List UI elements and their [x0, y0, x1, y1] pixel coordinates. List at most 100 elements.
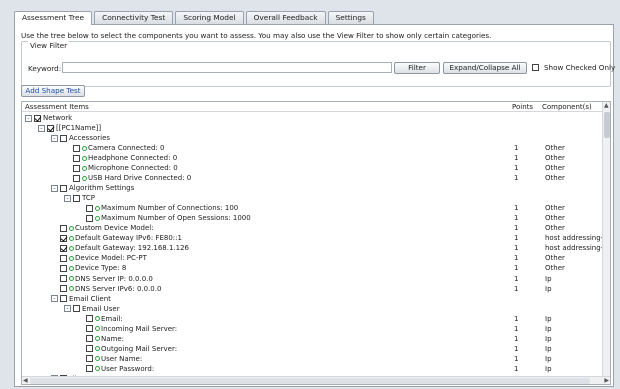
tree-row[interactable]: User Password: 1 Ip	[22, 364, 602, 374]
tree-item-label: Algorithm Settings	[69, 184, 135, 193]
instructions-text: Use the tree below to select the compone…	[21, 31, 492, 40]
tree-row[interactable]: Name: 1 Ip	[22, 334, 602, 344]
tree-row[interactable]: Default Gateway IPv6: FE80::1 1 host addre…	[22, 233, 608, 243]
tree-item: User Name:	[77, 354, 142, 364]
leaf-status-icon	[82, 145, 87, 151]
horizontal-scrollbar[interactable]: ◀ ▶	[22, 376, 610, 384]
item-checkbox[interactable]	[34, 114, 41, 122]
horizontal-scroll-thumb[interactable]	[30, 378, 590, 384]
tree-item: - [[PC1Name]]	[38, 123, 101, 133]
tab-connectivity-test[interactable]: Connectivity Test	[94, 11, 174, 24]
keyword-input[interactable]	[62, 62, 392, 73]
tree-item: Custom Device Model:	[51, 223, 154, 233]
tree-row[interactable]: - Accessories	[22, 133, 602, 143]
vertical-scrollbar[interactable]: ▲	[602, 102, 610, 376]
item-checkbox[interactable]	[47, 124, 54, 132]
vertical-scroll-thumb[interactable]	[604, 112, 610, 138]
item-checkbox[interactable]	[60, 275, 67, 282]
tree-row[interactable]: Microphone Connected: 0 1 Other	[22, 163, 602, 173]
item-points: 1	[514, 234, 519, 243]
tree-row[interactable]: - TCP	[22, 193, 602, 203]
tree-row[interactable]: - [[PC1Name]]	[22, 123, 602, 133]
item-checkbox[interactable]	[73, 144, 80, 152]
scroll-left-icon[interactable]: ◀	[23, 377, 28, 384]
item-checkbox[interactable]	[60, 224, 67, 232]
tab-settings[interactable]: Settings	[327, 11, 374, 24]
tree-row[interactable]: DNS Server IP: 0.0.0.0 1 Ip	[22, 274, 602, 284]
tree-item-label: Camera Connected: 0	[88, 144, 165, 153]
tree-row[interactable]: Default Gateway: 192.168.1.126 1 host addr…	[22, 243, 608, 253]
item-checkbox[interactable]	[60, 264, 67, 272]
leaf-status-icon	[95, 366, 100, 372]
header-points[interactable]: Points	[512, 102, 533, 112]
tab-scoring-model[interactable]: Scoring Model	[175, 11, 244, 24]
item-checkbox[interactable]	[60, 244, 67, 252]
collapse-toggle-icon[interactable]: -	[51, 295, 58, 303]
tree-row[interactable]: - Email User	[22, 304, 602, 314]
item-checkbox[interactable]	[60, 234, 67, 242]
tree-row[interactable]: Device Type: 8 1 Other	[22, 263, 602, 273]
show-checked-only-toggle[interactable]: Show Checked Only	[532, 63, 615, 72]
tree-row[interactable]: Maximum Number of Open Sessions: 1000 1 Ot…	[22, 213, 602, 223]
item-checkbox[interactable]	[73, 194, 80, 202]
leaf-status-icon	[69, 255, 74, 261]
header-components[interactable]: Component(s)	[542, 102, 592, 112]
tree-row[interactable]: - Network	[22, 113, 602, 123]
scroll-up-icon[interactable]: ▲	[604, 102, 609, 110]
collapse-toggle-icon[interactable]: -	[25, 114, 32, 122]
tree-row[interactable]: - Email Client	[22, 294, 602, 304]
item-checkbox[interactable]	[86, 214, 93, 222]
item-checkbox[interactable]	[60, 184, 67, 192]
collapse-toggle-icon[interactable]: -	[64, 194, 71, 202]
leaf-status-icon	[69, 235, 74, 241]
add-shape-test-button[interactable]: Add Shape Test	[21, 85, 85, 97]
tree-row[interactable]: USB Hard Drive Connected: 0 1 Other	[22, 173, 602, 183]
tree-item: Email:	[77, 314, 123, 324]
tab-assessment-tree[interactable]: Assessment Tree	[14, 11, 93, 25]
item-checkbox[interactable]	[86, 355, 93, 363]
item-checkbox[interactable]	[86, 315, 93, 323]
expand-collapse-all-button[interactable]: Expand/Collapse All	[443, 62, 527, 74]
tree-row[interactable]: Headphone Connected: 0 1 Other	[22, 153, 602, 163]
tab-overall-feedback[interactable]: Overall Feedback	[245, 11, 326, 24]
item-checkbox[interactable]	[73, 164, 80, 172]
leaf-status-icon	[69, 276, 74, 281]
item-checkbox[interactable]	[86, 204, 93, 212]
collapse-toggle-icon[interactable]: -	[51, 184, 58, 192]
tree-row[interactable]: Camera Connected: 0 1 Other	[22, 143, 602, 153]
tree-row[interactable]: Email: 1 Ip	[22, 314, 602, 324]
tree-row[interactable]: - Algorithm Settings	[22, 183, 602, 193]
item-checkbox[interactable]	[60, 295, 67, 303]
scroll-right-icon[interactable]: ▶	[604, 377, 609, 384]
item-checkbox[interactable]	[86, 335, 93, 343]
item-checkbox[interactable]	[73, 174, 80, 182]
item-checkbox[interactable]	[86, 345, 93, 353]
item-checkbox[interactable]	[73, 154, 80, 162]
tree-row[interactable]: Custom Device Model: 1 Other	[22, 223, 602, 233]
tree-row[interactable]: Device Model: PC-PT 1 Other	[22, 253, 602, 263]
tree-row[interactable]: Maximum Number of Connections: 100 1 Other	[22, 203, 602, 213]
item-checkbox[interactable]	[73, 305, 80, 313]
collapse-toggle-icon[interactable]: -	[64, 305, 71, 313]
item-checkbox[interactable]	[86, 365, 93, 373]
filter-button[interactable]: Filter	[394, 62, 440, 74]
header-assessment-items[interactable]: Assessment Items	[25, 102, 89, 112]
item-points: 1	[514, 364, 519, 373]
tree-row[interactable]: User Name: 1 Ip	[22, 354, 602, 364]
item-points: 1	[514, 174, 519, 183]
tree-row[interactable]: Incoming Mail Server: 1 Ip	[22, 324, 602, 334]
tree-item-label: Maximum Number of Open Sessions: 1000	[101, 214, 251, 223]
tree-item: Outgoing Mail Server:	[77, 344, 177, 354]
item-checkbox[interactable]	[60, 285, 67, 293]
item-checkbox[interactable]	[60, 254, 67, 262]
item-checkbox[interactable]	[60, 134, 67, 142]
show-checked-only-checkbox[interactable]	[532, 64, 539, 71]
leaf-status-icon	[95, 326, 100, 332]
collapse-toggle-icon[interactable]: -	[38, 124, 45, 132]
item-checkbox[interactable]	[86, 325, 93, 333]
tree-row[interactable]: DNS Server IPv6: 0.0.0.0 1 Ip	[22, 284, 602, 294]
item-points: 1	[514, 264, 519, 273]
collapse-toggle-icon[interactable]: -	[51, 134, 58, 142]
item-points: 1	[514, 204, 519, 213]
tree-row[interactable]: Outgoing Mail Server: 1 Ip	[22, 344, 602, 354]
